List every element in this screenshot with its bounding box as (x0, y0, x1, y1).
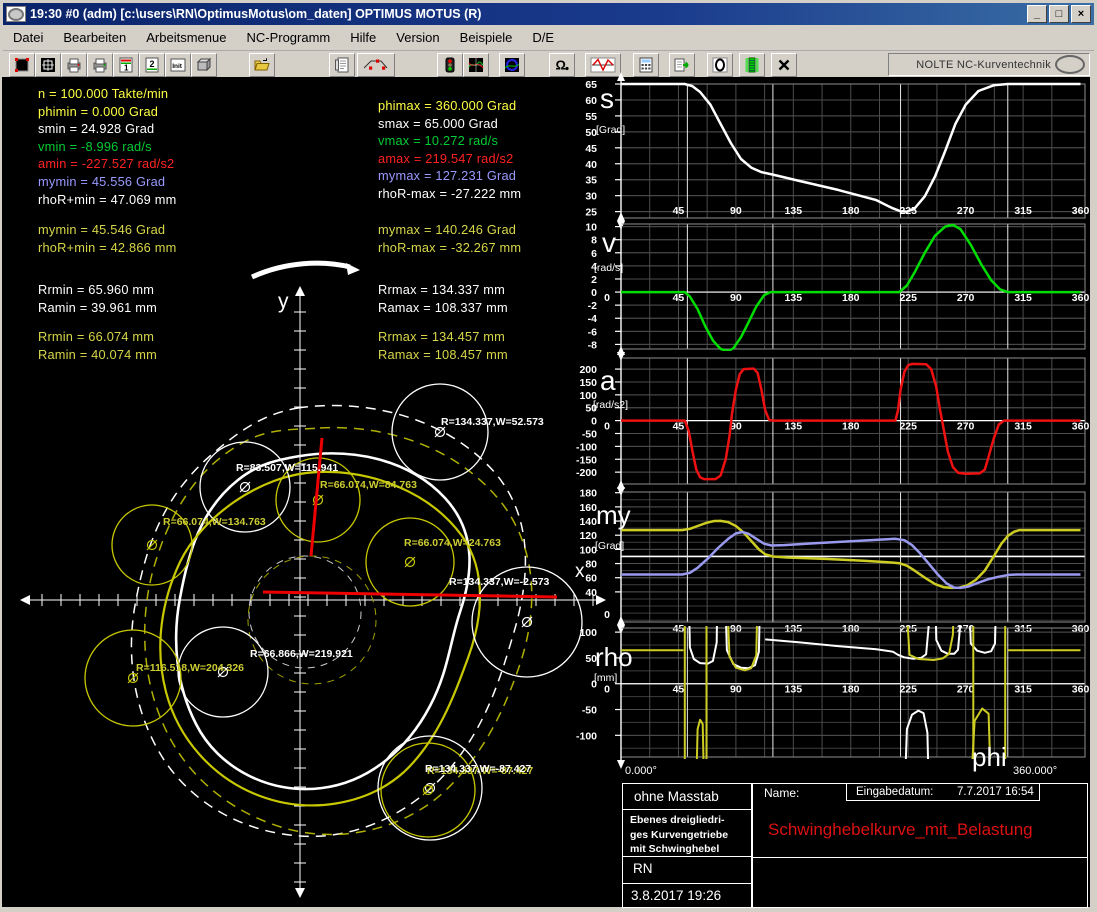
input-date-value: 7.7.2017 16:54 (957, 786, 1034, 798)
scale-note: ohne Masstab (634, 789, 719, 804)
param-line: Rrmin = 65.960 mm (38, 282, 154, 297)
menu-item-arbeitsmenue[interactable]: Arbeitsmenue (136, 25, 236, 50)
param-line: n = 100.000 Takte/min (38, 86, 168, 101)
menu-item-version[interactable]: Version (386, 25, 449, 50)
analysis-target-icon[interactable] (499, 53, 525, 77)
param-line: vmax = 10.272 rad/s (378, 133, 498, 148)
param-line: Ramax = 108.457 mm (378, 347, 508, 362)
window-title: 19:30 #0 (adm) [c:\users\RN\OptimusMotus… (30, 7, 481, 21)
contour-circle-icon[interactable] (707, 53, 733, 77)
param-line: phimax = 360.000 Grad (378, 98, 516, 113)
param-line: rhoR-max = -27.222 mm (378, 186, 521, 201)
empty-cell (752, 857, 1088, 908)
maximize-button[interactable]: □ (1049, 5, 1069, 23)
open-folder-icon[interactable] (249, 53, 275, 77)
curve-alert-icon[interactable] (585, 53, 621, 77)
select-frame-icon[interactable] (9, 53, 35, 77)
traffic-light-icon[interactable] (437, 53, 463, 77)
view-2-icon[interactable]: 2 (139, 53, 165, 77)
curve-handles-icon[interactable] (357, 53, 395, 77)
svg-text:1: 1 (124, 64, 129, 73)
toolbar: NOLTE NC-Kurventechnik 1 2 Init Ω (3, 51, 1094, 77)
param-line: rhoR+min = 42.866 mm (38, 240, 176, 255)
param-line: Ramin = 39.961 mm (38, 300, 157, 315)
param-line: mymax = 140.246 Grad (378, 222, 516, 237)
view-1-icon[interactable]: 1 (113, 53, 139, 77)
print-pages-icon[interactable] (87, 53, 113, 77)
analysis-curves-icon[interactable] (463, 53, 489, 77)
fit-view-icon[interactable] (35, 53, 61, 77)
param-line: Ramin = 40.074 mm (38, 347, 157, 362)
menu-item-d-e[interactable]: D/E (522, 25, 564, 50)
print-page-icon[interactable] (61, 53, 87, 77)
brand-logo-icon (1055, 55, 1085, 74)
param-line: rhoR-max = -32.267 mm (378, 240, 521, 255)
notepad-icon[interactable] (329, 53, 355, 77)
mechanism-description: Ebenes dreigliedri-ges Kurvengetriebemit… (630, 813, 728, 857)
close-button[interactable]: × (1071, 5, 1091, 23)
param-line: mymin = 45.556 Grad (38, 174, 165, 189)
menu-item-nc-programm[interactable]: NC-Programm (236, 25, 340, 50)
object-3d-icon[interactable] (191, 53, 217, 77)
brand-panel: NOLTE NC-Kurventechnik (888, 53, 1090, 76)
param-line: vmin = -8.996 rad/s (38, 139, 152, 154)
menubar: DateiBearbeitenArbeitsmenueNC-ProgrammHi… (3, 25, 1094, 51)
input-date-label: Eingabedatum: (856, 786, 933, 798)
svg-text:2: 2 (150, 59, 155, 69)
export-data-icon[interactable] (669, 53, 695, 77)
menu-item-datei[interactable]: Datei (3, 25, 53, 50)
param-line: mymax = 127.231 Grad (378, 168, 516, 183)
calculator-icon[interactable] (633, 53, 659, 77)
menu-item-hilfe[interactable]: Hilfe (340, 25, 386, 50)
title-block-divider (752, 783, 753, 908)
curve-name: Schwinghebelkurve_mit_Belastung (768, 820, 1033, 840)
param-line: Rrmax = 134.337 mm (378, 282, 505, 297)
film-strip-icon[interactable] (739, 53, 765, 77)
param-line: amax = 219.547 rad/s2 (378, 151, 513, 166)
menu-item-beispiele[interactable]: Beispiele (450, 25, 523, 50)
param-line: phimin = 0.000 Grad (38, 104, 158, 119)
author: RN (633, 861, 653, 876)
app-icon (6, 6, 26, 22)
brand-text: NOLTE NC-Kurventechnik (916, 59, 1051, 71)
param-line: mymin = 45.546 Grad (38, 222, 165, 237)
param-line: smin = 24.928 Grad (38, 121, 154, 136)
param-line: smax = 65.000 Grad (378, 116, 498, 131)
optimus-motus-window: { "window": { "title": "19:30 #0 (adm) [… (0, 0, 1097, 912)
param-line: Rrmin = 66.074 mm (38, 329, 154, 344)
print-date: 3.8.2017 19:26 (631, 888, 721, 903)
param-line: Rrmax = 134.457 mm (378, 329, 505, 344)
omega-tool-icon[interactable]: Ω (549, 53, 575, 77)
param-line: amin = -227.527 rad/s2 (38, 156, 174, 171)
svg-text:Ω: Ω (556, 58, 566, 73)
titlebar[interactable]: 19:30 #0 (adm) [c:\users\RN\OptimusMotus… (3, 3, 1094, 25)
menu-item-bearbeiten[interactable]: Bearbeiten (53, 25, 136, 50)
svg-text:Init: Init (172, 63, 183, 70)
name-label: Name: (764, 786, 799, 800)
param-line: rhoR+min = 47.069 mm (38, 192, 176, 207)
init-icon[interactable]: Init (165, 53, 191, 77)
param-line: Ramax = 108.337 mm (378, 300, 508, 315)
close-tool-icon[interactable] (771, 53, 797, 77)
minimize-button[interactable]: _ (1027, 5, 1047, 23)
